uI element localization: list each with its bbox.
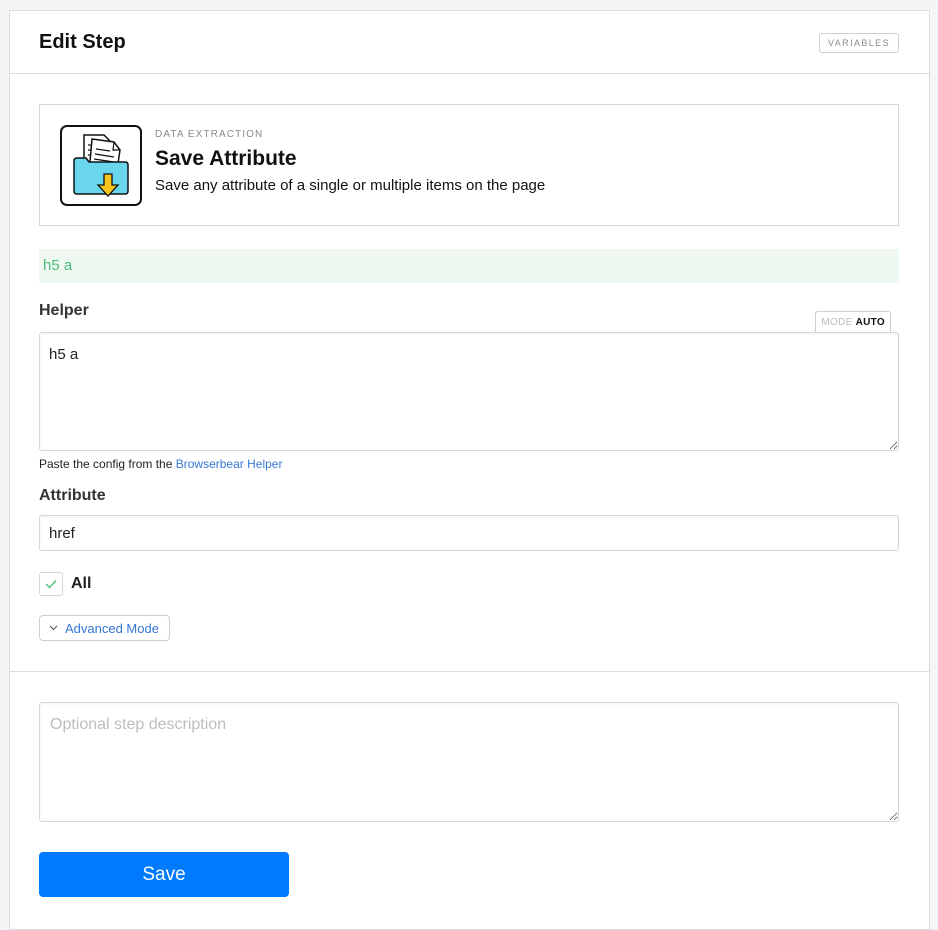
helper-hint: Paste the config from the Browserbear He… bbox=[39, 457, 899, 471]
helper-label-row: Helper MODE AUTO bbox=[39, 302, 899, 332]
step-form: DATA EXTRACTION Save Attribute Save any … bbox=[10, 74, 929, 672]
helper-textarea[interactable]: h5 a bbox=[39, 332, 899, 451]
step-description-textarea[interactable] bbox=[39, 702, 899, 822]
edit-step-panel: Edit Step VARIABLES DATA EXTRACTION Save… bbox=[9, 10, 930, 930]
attribute-label: Attribute bbox=[39, 487, 106, 504]
step-name: Save Attribute bbox=[155, 147, 297, 170]
all-checkbox[interactable] bbox=[39, 572, 63, 596]
step-category: DATA EXTRACTION bbox=[155, 129, 264, 140]
mode-toggle[interactable]: MODE AUTO bbox=[815, 311, 891, 332]
step-description: Save any attribute of a single or multip… bbox=[155, 177, 546, 194]
helper-hint-text: Paste the config from the bbox=[39, 457, 176, 471]
step-type-card: DATA EXTRACTION Save Attribute Save any … bbox=[39, 104, 899, 226]
page-title: Edit Step bbox=[39, 31, 126, 53]
check-icon bbox=[45, 580, 57, 589]
browserbear-helper-link[interactable]: Browserbear Helper bbox=[176, 457, 283, 471]
all-checkbox-label: All bbox=[71, 575, 92, 592]
mode-value: AUTO bbox=[855, 317, 885, 328]
panel-footer: Save bbox=[10, 672, 929, 897]
save-button[interactable]: Save bbox=[39, 852, 289, 897]
variables-button[interactable]: VARIABLES bbox=[819, 33, 899, 53]
panel-header: Edit Step VARIABLES bbox=[10, 11, 929, 74]
advanced-mode-label: Advanced Mode bbox=[65, 620, 159, 636]
helper-label: Helper bbox=[39, 302, 89, 319]
folder-download-icon bbox=[60, 125, 142, 206]
selector-preview: h5 a bbox=[39, 249, 899, 283]
attribute-input[interactable] bbox=[39, 515, 899, 551]
chevron-down-icon bbox=[49, 625, 58, 631]
mode-prefix: MODE bbox=[821, 317, 853, 328]
advanced-mode-button[interactable]: Advanced Mode bbox=[39, 615, 170, 641]
all-checkbox-row: All bbox=[39, 572, 899, 596]
